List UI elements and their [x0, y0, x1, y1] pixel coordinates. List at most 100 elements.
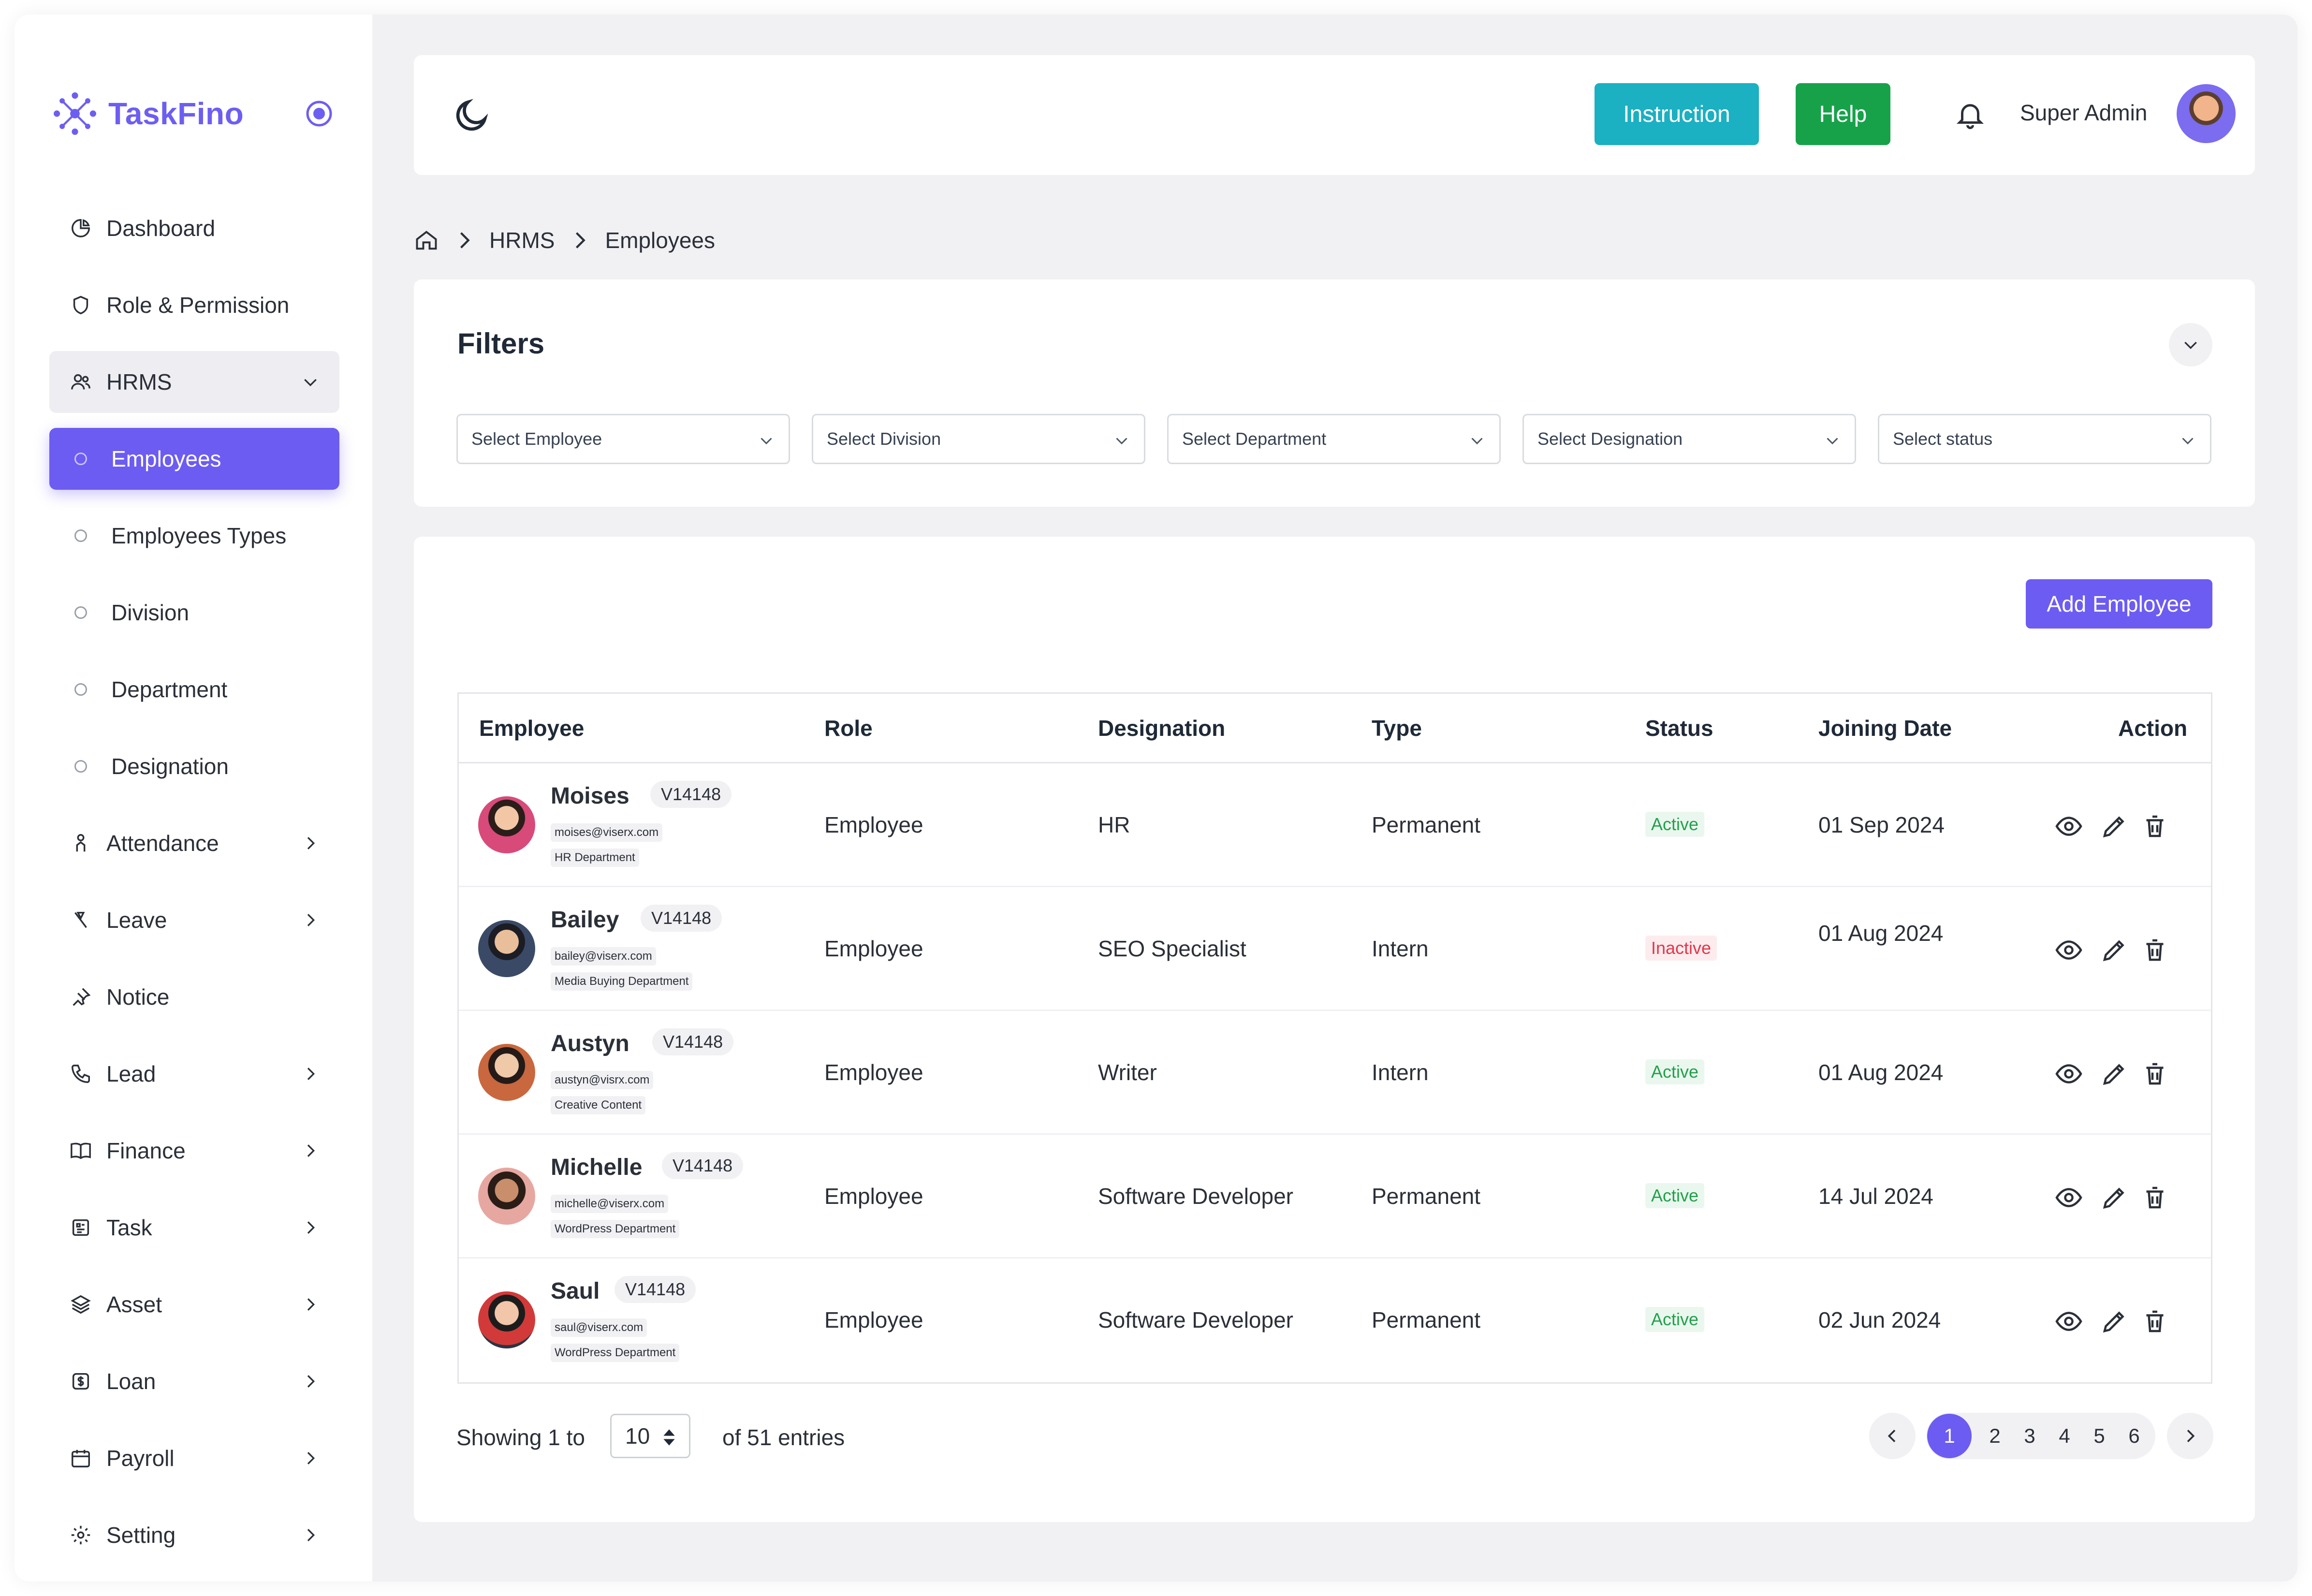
- moon-icon[interactable]: [453, 96, 491, 134]
- bullet-icon: [74, 606, 87, 619]
- employee-name[interactable]: Saul: [551, 1278, 600, 1304]
- sidebar-item-lead[interactable]: Lead: [49, 1043, 339, 1105]
- sidebar-item-dashboard[interactable]: Dashboard: [49, 197, 339, 259]
- per-page-select[interactable]: 10: [610, 1414, 690, 1458]
- designation-cell: SEO Specialist: [1098, 936, 1246, 961]
- sidebar-item-label: Leave: [106, 908, 167, 933]
- breadcrumb-item[interactable]: HRMS: [489, 227, 555, 253]
- sidebar-item-asset[interactable]: Asset: [49, 1274, 339, 1335]
- sidebar-item-payroll[interactable]: Payroll: [49, 1427, 339, 1489]
- bullet-icon: [74, 683, 87, 696]
- next-page-button[interactable]: [2167, 1413, 2213, 1459]
- employee-name[interactable]: Bailey: [551, 907, 619, 933]
- edit-icon[interactable]: [2100, 1307, 2129, 1336]
- select-division[interactable]: Select Division: [812, 414, 1145, 464]
- page-button-2[interactable]: 2: [1977, 1413, 2012, 1459]
- select-department[interactable]: Select Department: [1167, 414, 1501, 464]
- edit-icon[interactable]: [2100, 812, 2129, 841]
- trash-icon[interactable]: [2140, 1307, 2169, 1336]
- page-button-4[interactable]: 4: [2047, 1413, 2082, 1459]
- chevron-down-icon: [2184, 341, 2197, 350]
- page-button-1[interactable]: 1: [1927, 1414, 1972, 1458]
- eye-icon[interactable]: [2054, 1059, 2083, 1088]
- user-name[interactable]: Super Admin: [2020, 100, 2147, 126]
- brand-logo[interactable]: TaskFino: [48, 87, 244, 140]
- sidebar-item-designation[interactable]: Designation: [49, 735, 339, 797]
- employee-code-badge: V14148: [650, 781, 732, 808]
- chevron-right-icon: [307, 1068, 315, 1080]
- trash-icon[interactable]: [2140, 1183, 2169, 1212]
- users-icon: [70, 371, 92, 393]
- trash-icon[interactable]: [2140, 936, 2169, 965]
- chevron-right-icon: [307, 1452, 315, 1464]
- chevron-right-icon: [307, 1375, 315, 1388]
- employee-code-badge: V14148: [652, 1028, 734, 1055]
- trash-icon[interactable]: [2140, 1059, 2169, 1088]
- showing-prefix: Showing 1 to: [456, 1425, 585, 1450]
- eye-icon[interactable]: [2054, 1183, 2083, 1212]
- table-row: Bailey V14148 bailey@viserx.com Media Bu…: [459, 887, 2211, 1011]
- filters-title: Filters: [457, 327, 545, 360]
- help-button[interactable]: Help: [1796, 83, 1890, 145]
- eye-icon[interactable]: [2054, 1307, 2083, 1336]
- sidebar: TaskFino Dashboard Role & Permission HRM…: [15, 15, 372, 1581]
- sidebar-item-attendance[interactable]: Attendance: [49, 812, 339, 874]
- sidebar-item-hrms[interactable]: HRMS: [49, 351, 339, 413]
- designation-cell: Software Developer: [1098, 1184, 1293, 1209]
- edit-icon[interactable]: [2100, 936, 2129, 965]
- employee-department: WordPress Department: [551, 1344, 680, 1362]
- logo-icon: [54, 92, 96, 135]
- chevron-right-icon: [576, 232, 586, 249]
- avatar[interactable]: [2177, 84, 2236, 143]
- employee-code-badge: V14148: [662, 1152, 744, 1179]
- sidebar-item-task[interactable]: Task: [49, 1197, 339, 1259]
- table-row: Saul V14148 saul@viserx.com WordPress De…: [459, 1259, 2211, 1382]
- layers-icon: [70, 1293, 92, 1316]
- sidebar-item-division[interactable]: Division: [49, 582, 339, 644]
- employee-email: moises@viserx.com: [551, 823, 663, 842]
- employee-name[interactable]: Moises: [551, 783, 629, 809]
- breadcrumb-current: Employees: [605, 228, 716, 253]
- instruction-button[interactable]: Instruction: [1595, 83, 1759, 145]
- sidebar-item-department[interactable]: Department: [49, 659, 339, 720]
- employee-department: Media Buying Department: [551, 972, 693, 991]
- bell-icon[interactable]: [1954, 99, 1986, 131]
- sidebar-item-setting[interactable]: Setting: [49, 1504, 339, 1566]
- edit-icon[interactable]: [2100, 1059, 2129, 1088]
- chevron-left-icon: [1888, 1430, 1896, 1442]
- eye-icon[interactable]: [2054, 812, 2083, 841]
- select-employee[interactable]: Select Employee: [456, 414, 790, 464]
- loan-icon: [70, 1370, 92, 1392]
- chevron-down-icon: [1116, 438, 1127, 445]
- sidebar-item-notice[interactable]: Notice: [49, 966, 339, 1028]
- sidebar-item-label: Dashboard: [106, 216, 216, 241]
- employee-email: bailey@viserx.com: [551, 947, 656, 966]
- task-icon: [70, 1216, 92, 1239]
- collapse-filters-button[interactable]: [2169, 323, 2212, 366]
- eye-icon[interactable]: [2054, 936, 2083, 965]
- sidebar-nav: Dashboard Role & Permission HRMS Employe…: [49, 197, 339, 1581]
- employee-name[interactable]: Michelle: [551, 1154, 642, 1181]
- sidebar-item-employees[interactable]: Employees: [49, 428, 339, 490]
- page-button-5[interactable]: 5: [2082, 1413, 2117, 1459]
- sidebar-item-role-permission[interactable]: Role & Permission: [49, 274, 339, 336]
- trash-icon[interactable]: [2140, 812, 2169, 841]
- sidebar-item-employees-types[interactable]: Employees Types: [49, 505, 339, 567]
- sidebar-item-loan[interactable]: Loan: [49, 1350, 339, 1412]
- employee-name[interactable]: Austyn: [551, 1030, 629, 1057]
- page-button-3[interactable]: 3: [2012, 1413, 2047, 1459]
- edit-icon[interactable]: [2100, 1183, 2129, 1212]
- sidebar-item-leave[interactable]: Leave: [49, 889, 339, 951]
- select-designation[interactable]: Select Designation: [1522, 414, 1856, 464]
- page-button-6[interactable]: 6: [2117, 1413, 2151, 1459]
- sidebar-item-label: Designation: [111, 754, 229, 779]
- avatar: [478, 1291, 535, 1348]
- select-status[interactable]: Select status: [1878, 414, 2211, 464]
- bullet-icon: [74, 760, 87, 773]
- home-icon[interactable]: [414, 228, 439, 253]
- prev-page-button[interactable]: [1869, 1413, 1916, 1459]
- sidebar-item-finance[interactable]: Finance: [49, 1120, 339, 1182]
- sidebar-toggle-icon[interactable]: [305, 99, 334, 128]
- add-employee-button[interactable]: Add Employee: [2026, 579, 2212, 629]
- table-header: Employee Role Designation Type Status Jo…: [459, 694, 2211, 763]
